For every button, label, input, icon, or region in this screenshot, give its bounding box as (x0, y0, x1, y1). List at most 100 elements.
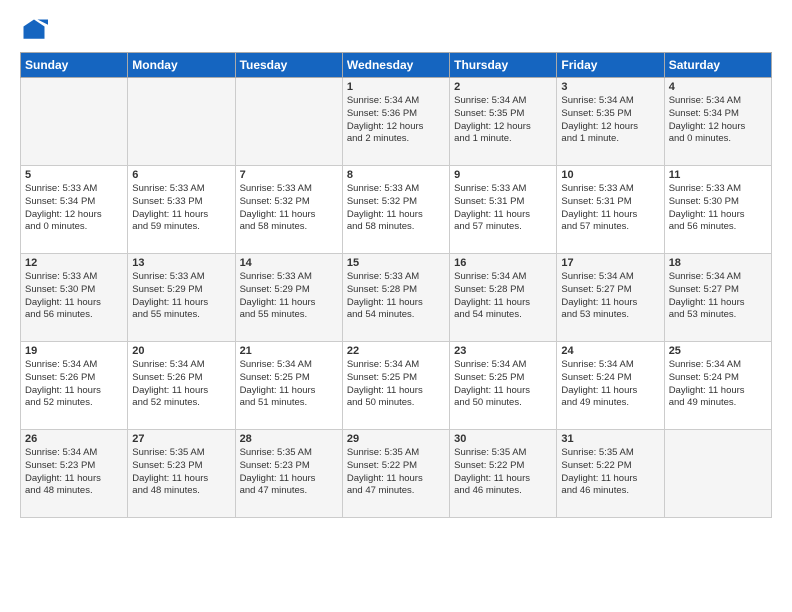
day-content: Sunrise: 5:35 AMSunset: 5:22 PMDaylight:… (347, 447, 445, 498)
day-content: Sunrise: 5:34 AMSunset: 5:24 PMDaylight:… (561, 359, 659, 410)
day-content: Sunrise: 5:34 AMSunset: 5:28 PMDaylight:… (454, 271, 552, 322)
day-number: 8 (347, 169, 445, 181)
day-content: Sunrise: 5:34 AMSunset: 5:25 PMDaylight:… (454, 359, 552, 410)
calendar-cell: 16 Sunrise: 5:34 AMSunset: 5:28 PMDayligh… (450, 254, 557, 342)
calendar-cell: 26 Sunrise: 5:34 AMSunset: 5:23 PMDayligh… (21, 430, 128, 518)
calendar-cell: 20 Sunrise: 5:34 AMSunset: 5:26 PMDayligh… (128, 342, 235, 430)
calendar-cell: 28 Sunrise: 5:35 AMSunset: 5:23 PMDayligh… (235, 430, 342, 518)
day-content: Sunrise: 5:33 AMSunset: 5:29 PMDaylight:… (240, 271, 338, 322)
day-number: 26 (25, 433, 123, 445)
day-content: Sunrise: 5:34 AMSunset: 5:35 PMDaylight:… (454, 95, 552, 146)
calendar-cell: 12 Sunrise: 5:33 AMSunset: 5:30 PMDayligh… (21, 254, 128, 342)
calendar-cell: 7 Sunrise: 5:33 AMSunset: 5:32 PMDaylight… (235, 166, 342, 254)
day-content: Sunrise: 5:34 AMSunset: 5:25 PMDaylight:… (240, 359, 338, 410)
day-number: 9 (454, 169, 552, 181)
day-content: Sunrise: 5:33 AMSunset: 5:30 PMDaylight:… (25, 271, 123, 322)
day-number: 6 (132, 169, 230, 181)
day-content: Sunrise: 5:33 AMSunset: 5:30 PMDaylight:… (669, 183, 767, 234)
calendar-cell: 27 Sunrise: 5:35 AMSunset: 5:23 PMDayligh… (128, 430, 235, 518)
day-content: Sunrise: 5:34 AMSunset: 5:23 PMDaylight:… (25, 447, 123, 498)
day-number: 28 (240, 433, 338, 445)
page: SundayMondayTuesdayWednesdayThursdayFrid… (0, 0, 792, 534)
calendar-cell: 22 Sunrise: 5:34 AMSunset: 5:25 PMDayligh… (342, 342, 449, 430)
day-number: 16 (454, 257, 552, 269)
calendar-cell: 9 Sunrise: 5:33 AMSunset: 5:31 PMDaylight… (450, 166, 557, 254)
calendar-cell (128, 78, 235, 166)
day-content: Sunrise: 5:33 AMSunset: 5:28 PMDaylight:… (347, 271, 445, 322)
day-number: 20 (132, 345, 230, 357)
day-content: Sunrise: 5:34 AMSunset: 5:27 PMDaylight:… (669, 271, 767, 322)
header-day-tuesday: Tuesday (235, 53, 342, 78)
calendar-table: SundayMondayTuesdayWednesdayThursdayFrid… (20, 52, 772, 518)
day-content: Sunrise: 5:34 AMSunset: 5:25 PMDaylight:… (347, 359, 445, 410)
calendar-cell: 11 Sunrise: 5:33 AMSunset: 5:30 PMDayligh… (664, 166, 771, 254)
calendar-cell: 14 Sunrise: 5:33 AMSunset: 5:29 PMDayligh… (235, 254, 342, 342)
calendar-cell: 3 Sunrise: 5:34 AMSunset: 5:35 PMDaylight… (557, 78, 664, 166)
calendar-cell: 19 Sunrise: 5:34 AMSunset: 5:26 PMDayligh… (21, 342, 128, 430)
header-day-thursday: Thursday (450, 53, 557, 78)
day-content: Sunrise: 5:34 AMSunset: 5:24 PMDaylight:… (669, 359, 767, 410)
day-content: Sunrise: 5:33 AMSunset: 5:33 PMDaylight:… (132, 183, 230, 234)
day-number: 12 (25, 257, 123, 269)
day-content: Sunrise: 5:33 AMSunset: 5:34 PMDaylight:… (25, 183, 123, 234)
week-row-5: 26 Sunrise: 5:34 AMSunset: 5:23 PMDayligh… (21, 430, 772, 518)
day-content: Sunrise: 5:35 AMSunset: 5:22 PMDaylight:… (454, 447, 552, 498)
calendar-cell: 6 Sunrise: 5:33 AMSunset: 5:33 PMDaylight… (128, 166, 235, 254)
header-day-wednesday: Wednesday (342, 53, 449, 78)
calendar-cell: 23Sunrise: 5:34 AMSunset: 5:25 PMDayligh… (450, 342, 557, 430)
day-number: 4 (669, 81, 767, 93)
logo (20, 16, 52, 44)
day-number: 1 (347, 81, 445, 93)
day-content: Sunrise: 5:34 AMSunset: 5:34 PMDaylight:… (669, 95, 767, 146)
week-row-2: 5 Sunrise: 5:33 AMSunset: 5:34 PMDaylight… (21, 166, 772, 254)
day-content: Sunrise: 5:33 AMSunset: 5:29 PMDaylight:… (132, 271, 230, 322)
header-row (20, 16, 772, 44)
day-number: 14 (240, 257, 338, 269)
day-number: 3 (561, 81, 659, 93)
day-number: 7 (240, 169, 338, 181)
day-number: 29 (347, 433, 445, 445)
day-number: 19 (25, 345, 123, 357)
calendar-cell: 24 Sunrise: 5:34 AMSunset: 5:24 PMDayligh… (557, 342, 664, 430)
day-number: 15 (347, 257, 445, 269)
day-content: Sunrise: 5:34 AMSunset: 5:36 PMDaylight:… (347, 95, 445, 146)
day-content: Sunrise: 5:33 AMSunset: 5:31 PMDaylight:… (561, 183, 659, 234)
calendar-cell: 8Sunrise: 5:33 AMSunset: 5:32 PMDaylight… (342, 166, 449, 254)
calendar-cell: 21Sunrise: 5:34 AMSunset: 5:25 PMDayligh… (235, 342, 342, 430)
calendar-cell: 13 Sunrise: 5:33 AMSunset: 5:29 PMDayligh… (128, 254, 235, 342)
header-day-sunday: Sunday (21, 53, 128, 78)
calendar-cell: 4 Sunrise: 5:34 AMSunset: 5:34 PMDaylight… (664, 78, 771, 166)
day-content: Sunrise: 5:34 AMSunset: 5:26 PMDaylight:… (25, 359, 123, 410)
calendar-cell: 15 Sunrise: 5:33 AMSunset: 5:28 PMDayligh… (342, 254, 449, 342)
calendar-cell: 25 Sunrise: 5:34 AMSunset: 5:24 PMDayligh… (664, 342, 771, 430)
calendar-cell (21, 78, 128, 166)
day-number: 13 (132, 257, 230, 269)
day-number: 5 (25, 169, 123, 181)
day-content: Sunrise: 5:34 AMSunset: 5:27 PMDaylight:… (561, 271, 659, 322)
day-content: Sunrise: 5:34 AMSunset: 5:26 PMDaylight:… (132, 359, 230, 410)
day-content: Sunrise: 5:33 AMSunset: 5:31 PMDaylight:… (454, 183, 552, 234)
calendar-cell: 18Sunrise: 5:34 AMSunset: 5:27 PMDayligh… (664, 254, 771, 342)
day-number: 11 (669, 169, 767, 181)
calendar-cell: 2 Sunrise: 5:34 AMSunset: 5:35 PMDaylight… (450, 78, 557, 166)
header-row-days: SundayMondayTuesdayWednesdayThursdayFrid… (21, 53, 772, 78)
day-content: Sunrise: 5:35 AMSunset: 5:23 PMDaylight:… (132, 447, 230, 498)
calendar-cell: 17Sunrise: 5:34 AMSunset: 5:27 PMDayligh… (557, 254, 664, 342)
day-number: 10 (561, 169, 659, 181)
day-content: Sunrise: 5:35 AMSunset: 5:22 PMDaylight:… (561, 447, 659, 498)
day-number: 25 (669, 345, 767, 357)
day-number: 30 (454, 433, 552, 445)
day-content: Sunrise: 5:35 AMSunset: 5:23 PMDaylight:… (240, 447, 338, 498)
day-number: 2 (454, 81, 552, 93)
day-number: 22 (347, 345, 445, 357)
week-row-3: 12 Sunrise: 5:33 AMSunset: 5:30 PMDayligh… (21, 254, 772, 342)
calendar-cell: 29 Sunrise: 5:35 AMSunset: 5:22 PMDayligh… (342, 430, 449, 518)
week-row-1: 1 Sunrise: 5:34 AMSunset: 5:36 PMDaylight… (21, 78, 772, 166)
day-number: 27 (132, 433, 230, 445)
calendar-cell (235, 78, 342, 166)
logo-icon (20, 16, 48, 44)
day-number: 24 (561, 345, 659, 357)
calendar-cell: 1 Sunrise: 5:34 AMSunset: 5:36 PMDaylight… (342, 78, 449, 166)
day-content: Sunrise: 5:34 AMSunset: 5:35 PMDaylight:… (561, 95, 659, 146)
day-content: Sunrise: 5:33 AMSunset: 5:32 PMDaylight:… (240, 183, 338, 234)
